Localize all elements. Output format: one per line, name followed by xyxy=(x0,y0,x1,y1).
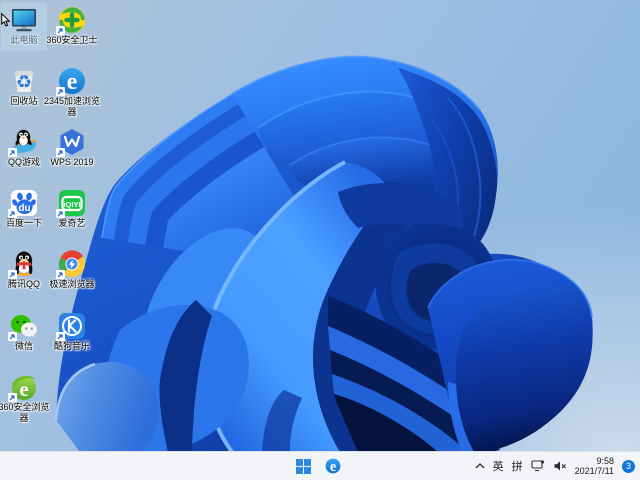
svg-text:iQIYI: iQIYI xyxy=(63,200,80,209)
svg-text:♻: ♻ xyxy=(16,72,32,92)
svg-text:e: e xyxy=(329,459,335,474)
svg-text:du: du xyxy=(18,203,30,214)
svg-text:e: e xyxy=(67,69,78,95)
